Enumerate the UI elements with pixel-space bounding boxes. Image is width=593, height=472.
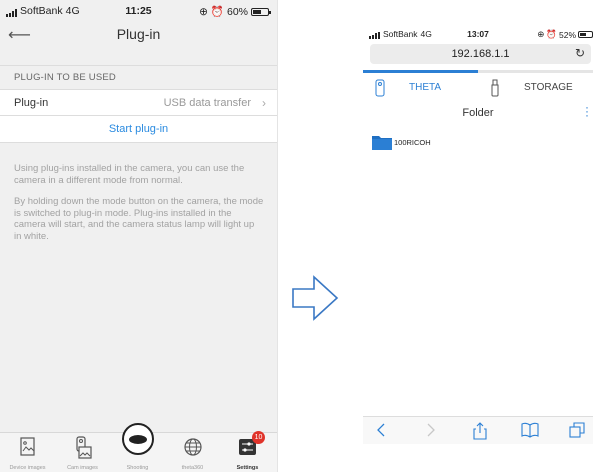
camera-images-icon	[75, 436, 92, 459]
plugin-select-row[interactable]: Plug-in USB data transfer ›	[0, 89, 277, 116]
more-menu-icon[interactable]: · · ·	[585, 101, 589, 121]
description-paragraph: By holding down the mode button on the c…	[14, 196, 264, 242]
folder-list-item[interactable]: 100RICOH	[372, 134, 492, 152]
lock-rotation-icon: ⊕	[537, 29, 545, 39]
folder-icon	[372, 136, 392, 150]
tab-theta360[interactable]: theta360	[165, 433, 220, 472]
tab-cam-images[interactable]: Cam images	[55, 433, 110, 472]
battery-level-fill	[253, 9, 261, 14]
tab-label: THETA	[409, 82, 442, 93]
status-bar: SoftBank 4G 11:25 ⊕ ⏰ 60%	[0, 0, 277, 20]
globe-icon	[183, 438, 202, 456]
browser-toolbar	[363, 416, 593, 444]
back-icon[interactable]	[375, 422, 387, 438]
device-images-icon	[19, 437, 35, 456]
tab-strip: THETA STORAGE	[363, 73, 593, 101]
status-right: ⊕ ⏰ 60%	[199, 5, 271, 18]
tab-label: Shooting	[126, 465, 149, 471]
bottom-tab-bar: Device images Cam images Shooting theta3…	[0, 423, 277, 472]
bookmarks-icon[interactable]	[521, 422, 539, 438]
address-bar[interactable]: 192.168.1.1 ↻	[370, 44, 591, 64]
battery-icon	[251, 7, 271, 16]
tab-label: Settings	[236, 465, 259, 471]
tab-storage[interactable]: STORAGE	[478, 73, 593, 101]
alarm-icon: ⏰	[210, 6, 224, 18]
navigation-bar: ⟵ Plug-in	[0, 20, 277, 48]
tab-theta[interactable]: THETA	[363, 73, 478, 101]
lock-rotation-icon: ⊕	[199, 5, 208, 18]
tab-shooting[interactable]: Shooting	[110, 423, 165, 472]
start-plugin-button[interactable]: Start plug-in	[109, 116, 168, 135]
chevron-right-icon: ›	[262, 96, 266, 110]
left-phone-screen: SoftBank 4G 11:25 ⊕ ⏰ 60% ⟵ Plug-in PLUG…	[0, 0, 278, 472]
shutter-icon	[121, 423, 154, 455]
start-plugin-row: Start plug-in	[0, 116, 277, 143]
status-bar: SoftBank 4G 13:07 ⊕ ⏰ 52%	[363, 28, 593, 42]
tab-label: Cam images	[67, 465, 98, 471]
folder-heading: Folder	[462, 107, 494, 119]
tab-label: STORAGE	[524, 82, 573, 93]
reload-icon[interactable]: ↻	[575, 46, 585, 60]
battery-percent: 60%	[226, 5, 248, 18]
comparison-stage: SoftBank 4G 11:25 ⊕ ⏰ 60% ⟵ Plug-in PLUG…	[0, 0, 593, 472]
tabs-icon[interactable]	[569, 422, 585, 438]
battery-percent: 52%	[558, 29, 576, 40]
page-title: Plug-in	[116, 26, 161, 42]
plugin-label: Plug-in	[14, 97, 49, 109]
usb-storage-icon	[491, 79, 499, 97]
folder-name: 100RICOH	[394, 138, 431, 147]
plugin-value: USB data transfer	[163, 97, 251, 109]
tab-label: Device images	[9, 465, 46, 471]
share-icon[interactable]	[473, 422, 487, 440]
tab-settings[interactable]: 10 Settings	[220, 431, 275, 472]
tab-label: theta360	[181, 465, 204, 471]
theta-camera-icon	[375, 79, 385, 97]
status-right: ⊕ ⏰ 52%	[537, 29, 593, 40]
section-header: PLUG-IN TO BE USED	[0, 65, 277, 87]
right-arrow-outline-icon	[292, 275, 339, 321]
notification-badge: 10	[252, 431, 265, 444]
description-paragraph: Using plug-ins installed in the camera, …	[14, 163, 245, 186]
alarm-icon: ⏰	[546, 29, 557, 39]
forward-icon[interactable]	[425, 422, 437, 438]
battery-level-fill	[580, 33, 586, 36]
url-text: 192.168.1.1	[451, 48, 510, 60]
battery-icon	[578, 31, 593, 38]
right-phone-screen: SoftBank 4G 13:07 ⊕ ⏰ 52% 192.168.1.1 ↻ …	[363, 0, 593, 472]
tab-device-images[interactable]: Device images	[0, 433, 55, 472]
